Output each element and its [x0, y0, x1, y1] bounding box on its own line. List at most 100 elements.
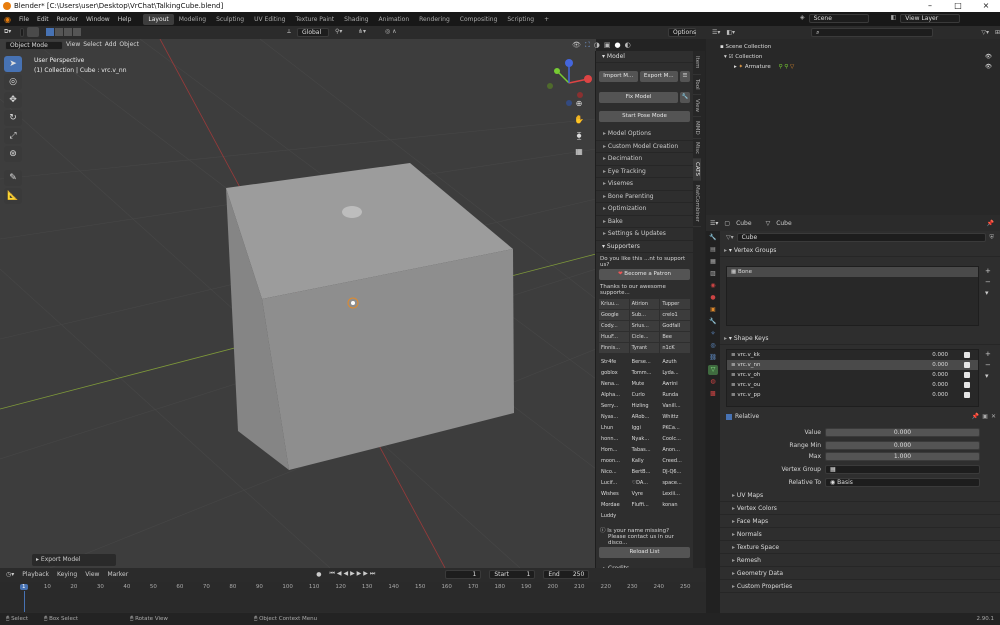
- tab-matcombiner[interactable]: MatCombiner: [693, 181, 701, 227]
- fake-user-icon[interactable]: ⛨: [989, 234, 994, 242]
- properties-section[interactable]: Normals: [720, 528, 1000, 541]
- menu-marker[interactable]: Marker: [107, 571, 128, 578]
- section-decimation[interactable]: Decimation: [596, 153, 693, 166]
- cursor-tool-icon[interactable]: ◎: [4, 74, 22, 90]
- section-settings-updates[interactable]: Settings & Updates: [596, 228, 693, 241]
- clear-shape-icon[interactable]: ✕: [991, 413, 996, 420]
- add-workspace-icon[interactable]: +: [539, 14, 554, 25]
- tab-scripting[interactable]: Scripting: [502, 14, 539, 25]
- shape-key-row[interactable]: ≡ vrc.v_ou 0.000: [727, 380, 978, 390]
- menu-view[interactable]: View: [66, 41, 80, 50]
- outliner-editor-icon[interactable]: ☰▾: [712, 29, 720, 36]
- measure-tool-icon[interactable]: 📐: [4, 188, 22, 204]
- 3d-viewport[interactable]: User Perspective (1) Collection | Cube :…: [0, 39, 596, 568]
- sk-remove-icon[interactable]: −: [985, 360, 991, 371]
- last-operator-panel[interactable]: ▸ Export Model: [32, 554, 116, 566]
- shape-key-mute-checkbox[interactable]: [964, 372, 970, 378]
- section-bone-parenting[interactable]: Bone Parenting: [596, 191, 693, 203]
- tab-uv-editing[interactable]: UV Editing: [249, 14, 290, 25]
- scale-tool-icon[interactable]: ⤢: [4, 128, 22, 144]
- orientation-dropdown[interactable]: Global: [297, 28, 329, 37]
- edit-mode-shape-icon[interactable]: ▣: [982, 413, 988, 420]
- outliner-armature[interactable]: ▸ ✦ Armature ⚲ ⚲ ▽ 👁: [706, 62, 1000, 72]
- tab-layout[interactable]: Layout: [143, 13, 174, 25]
- range-min-field[interactable]: 0.000: [825, 441, 980, 450]
- tab-sculpting[interactable]: Sculpting: [211, 14, 249, 25]
- material-icon[interactable]: ◍: [708, 377, 718, 387]
- outliner-search-input[interactable]: ⌕: [811, 28, 934, 37]
- editor-type-icon[interactable]: ⧉▾: [4, 28, 11, 36]
- tab-shading[interactable]: Shading: [339, 14, 373, 25]
- tab-view[interactable]: View: [693, 95, 701, 117]
- record-icon[interactable]: ●: [316, 571, 321, 578]
- section-visemes[interactable]: Visemes: [596, 178, 693, 191]
- mesh-data-tab-icon[interactable]: ▽: [708, 365, 718, 375]
- menu-timeline-view[interactable]: View: [85, 571, 99, 578]
- shape-key-mute-checkbox[interactable]: [964, 382, 970, 388]
- new-collection-icon[interactable]: ⊞: [995, 29, 1000, 36]
- pin-icon[interactable]: 📌: [987, 220, 994, 227]
- max-field[interactable]: 1.000: [825, 452, 980, 461]
- playback-controls-icon[interactable]: ⏮◀◀▶▶▶⏭: [329, 570, 377, 578]
- mesh-name-field[interactable]: Cube: [736, 233, 987, 242]
- maximize-button[interactable]: □: [944, 0, 972, 12]
- collection-eye-icon[interactable]: 👁: [985, 52, 992, 62]
- tab-animation[interactable]: Animation: [374, 14, 415, 25]
- select-mode-icons[interactable]: [46, 28, 81, 36]
- menu-object[interactable]: Object: [119, 41, 139, 50]
- output-icon[interactable]: ▦: [708, 257, 718, 267]
- relative-checkbox[interactable]: [726, 413, 732, 420]
- world-icon[interactable]: ●: [708, 293, 718, 303]
- select-box-icon[interactable]: ➤: [4, 56, 22, 72]
- shape-key-mute-checkbox[interactable]: [964, 392, 970, 398]
- visibility-icon[interactable]: 👁: [572, 41, 581, 50]
- tab-tool[interactable]: Tool: [693, 75, 701, 95]
- shape-key-row[interactable]: ≡ vrc.v_nn 0.000: [727, 360, 978, 370]
- grid-view-icon[interactable]: ▦: [572, 147, 586, 161]
- tool-settings-icon[interactable]: 🔧: [708, 233, 718, 243]
- physics-icon[interactable]: ◎: [708, 341, 718, 351]
- sk-add-icon[interactable]: +: [985, 349, 991, 360]
- section-custom-model-creation[interactable]: Custom Model Creation: [596, 141, 693, 153]
- shape-key-mute-checkbox[interactable]: [964, 362, 970, 368]
- minimize-button[interactable]: –: [916, 0, 944, 12]
- overlay-icon[interactable]: ◑: [594, 41, 600, 50]
- shape-key-row[interactable]: ≡ vrc.v_kk 0.000: [727, 350, 978, 360]
- section-eye-tracking[interactable]: Eye Tracking: [596, 166, 693, 178]
- import-model-button[interactable]: Import M...: [599, 71, 638, 82]
- zoom-icon[interactable]: ⊕: [572, 99, 586, 113]
- shape-key-row[interactable]: ≡ vrc.v_pp 0.000: [727, 390, 978, 400]
- relative-to-field[interactable]: ◉ Basis: [825, 478, 980, 487]
- modifier-icon[interactable]: 🔧: [708, 317, 718, 327]
- menu-help[interactable]: Help: [114, 16, 136, 23]
- object-mode-dropdown[interactable]: Object Mode: [5, 41, 63, 50]
- particles-icon[interactable]: ✧: [708, 329, 718, 339]
- properties-section[interactable]: UV Maps: [720, 489, 1000, 502]
- scene-tab-icon[interactable]: ◉: [708, 281, 718, 291]
- tab-item[interactable]: Item: [693, 51, 701, 75]
- close-button[interactable]: ×: [972, 0, 1000, 12]
- wrench-icon[interactable]: 🔧: [680, 92, 690, 103]
- vertex-group-field[interactable]: ▦: [825, 465, 980, 474]
- menu-window[interactable]: Window: [82, 16, 114, 23]
- outliner-collection[interactable]: ▾ ☑ Collection 👁: [706, 52, 1000, 62]
- section-bake[interactable]: Bake: [596, 216, 693, 228]
- blender-menu-icon[interactable]: ◉: [0, 15, 15, 24]
- vertex-group-list[interactable]: ▦ Bone: [726, 266, 979, 326]
- start-frame-field[interactable]: Start 1: [489, 569, 536, 579]
- vertex-groups-header[interactable]: ▾ Vertex Groups: [720, 244, 1000, 257]
- shading-solid-icon[interactable]: ●: [615, 41, 621, 50]
- transform-tool-icon[interactable]: ⊛: [4, 146, 22, 162]
- export-model-button[interactable]: Export M...: [639, 71, 678, 82]
- end-frame-field[interactable]: End 250: [543, 569, 590, 579]
- menu-render[interactable]: Render: [53, 16, 82, 23]
- gizmo-icon[interactable]: ⛶: [585, 41, 590, 50]
- model-panel-header[interactable]: ▾ Model: [596, 51, 693, 63]
- menu-keying[interactable]: Keying: [57, 571, 77, 578]
- current-frame-field[interactable]: 1: [445, 569, 482, 579]
- render-icon[interactable]: ▤: [708, 245, 718, 255]
- fix-model-button[interactable]: Fix Model: [599, 92, 678, 103]
- become-patron-button[interactable]: ❤ Become a Patron: [599, 268, 690, 280]
- display-mode-icon[interactable]: ◧▾: [726, 29, 735, 36]
- section-optimization[interactable]: Optimization: [596, 203, 693, 216]
